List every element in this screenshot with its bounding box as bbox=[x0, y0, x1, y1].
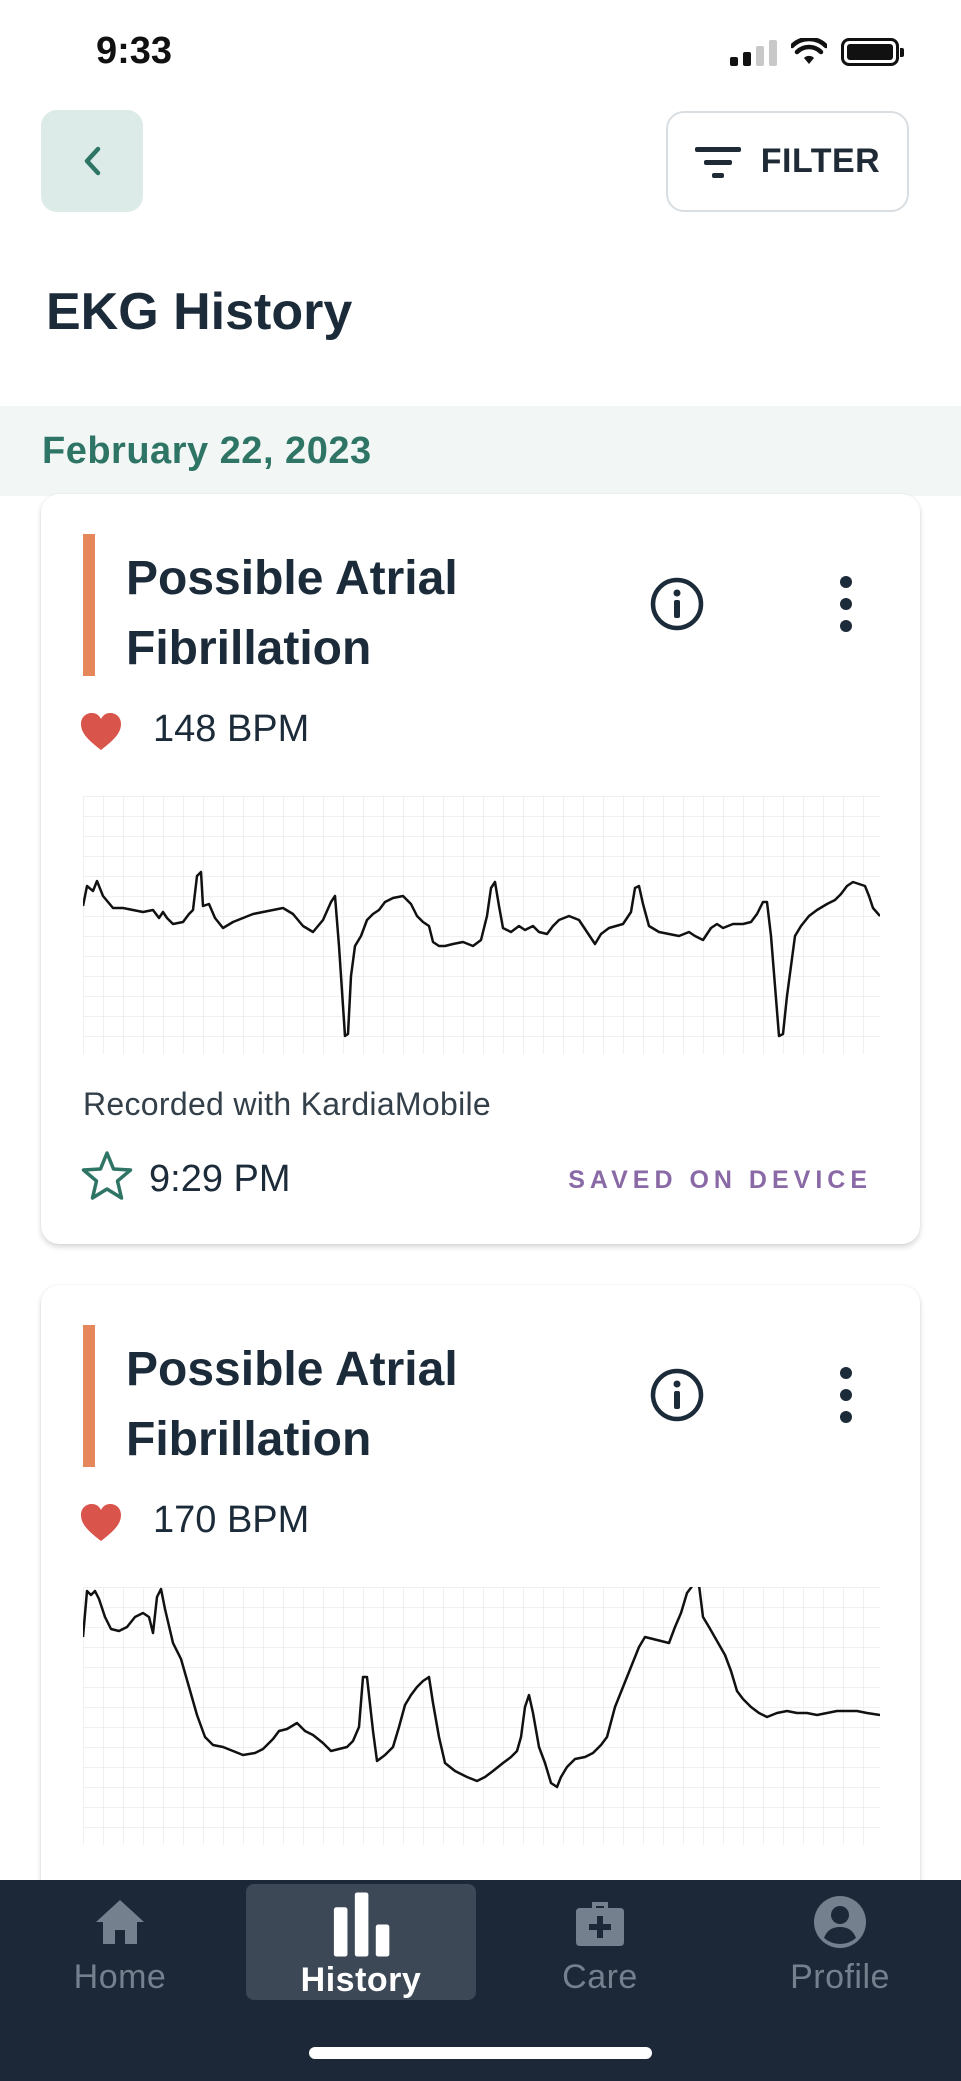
recording-result-title: Possible Atrial Fibrillation bbox=[126, 552, 458, 675]
ekg-waveform bbox=[83, 1587, 880, 1845]
heart-icon bbox=[81, 713, 121, 750]
status-icons bbox=[730, 38, 904, 66]
status-time: 9:33 bbox=[96, 30, 173, 72]
battery-icon bbox=[841, 38, 904, 66]
date-section-header: February 22, 2023 bbox=[0, 406, 961, 496]
recording-time: 9:29 PM bbox=[149, 1158, 291, 1200]
heart-rate: 170 BPM bbox=[153, 1499, 310, 1541]
tab-home[interactable]: Home bbox=[0, 1880, 240, 2020]
tab-label: Care bbox=[562, 1958, 638, 1996]
more-options-icon[interactable] bbox=[831, 1363, 861, 1427]
star-icon[interactable] bbox=[81, 1150, 133, 1202]
recorded-with-device: Recorded with KardiaMobile bbox=[83, 1086, 492, 1122]
tab-history[interactable]: History bbox=[246, 1884, 476, 2000]
ekg-waveform bbox=[83, 796, 880, 1054]
bottom-tab-bar: Home History Care Profile bbox=[0, 1880, 961, 2081]
result-accent-bar bbox=[83, 1325, 95, 1467]
recording-result-title: Possible Atrial Fibrillation bbox=[126, 1343, 458, 1466]
chevron-left-icon bbox=[84, 146, 101, 176]
filter-label: FILTER bbox=[760, 142, 881, 180]
back-button[interactable] bbox=[41, 110, 143, 212]
info-icon[interactable] bbox=[649, 576, 705, 632]
saved-status: SAVED ON DEVICE bbox=[568, 1166, 872, 1194]
page-title: EKG History bbox=[46, 283, 353, 341]
more-options-icon[interactable] bbox=[831, 572, 861, 636]
filter-icon bbox=[694, 146, 741, 178]
tab-label: Profile bbox=[790, 1958, 890, 1996]
tab-care[interactable]: Care bbox=[480, 1880, 720, 2020]
tab-label: Home bbox=[73, 1958, 167, 1996]
info-icon[interactable] bbox=[649, 1367, 705, 1423]
filter-button[interactable]: FILTER bbox=[666, 111, 909, 212]
tab-profile[interactable]: Profile bbox=[720, 1880, 960, 2020]
result-accent-bar bbox=[83, 534, 95, 676]
account-icon bbox=[814, 1896, 866, 1948]
status-bar: 9:33 bbox=[0, 0, 961, 100]
ekg-recording-card[interactable]: Possible Atrial Fibrillation 148 BPM Rec… bbox=[41, 494, 920, 1244]
tab-label: History bbox=[300, 1961, 422, 1999]
date-label: February 22, 2023 bbox=[42, 430, 372, 472]
heart-icon bbox=[81, 1504, 121, 1541]
home-indicator bbox=[309, 2047, 652, 2059]
home-icon bbox=[96, 1900, 144, 1944]
heart-rate: 148 BPM bbox=[153, 708, 310, 750]
cellular-signal-icon bbox=[730, 38, 777, 66]
ekg-recording-card[interactable]: Possible Atrial Fibrillation 170 BPM bbox=[41, 1285, 920, 1905]
medical-bag-icon bbox=[576, 1902, 624, 1946]
bar-chart-icon bbox=[333, 1892, 390, 1957]
wifi-icon bbox=[791, 38, 827, 64]
